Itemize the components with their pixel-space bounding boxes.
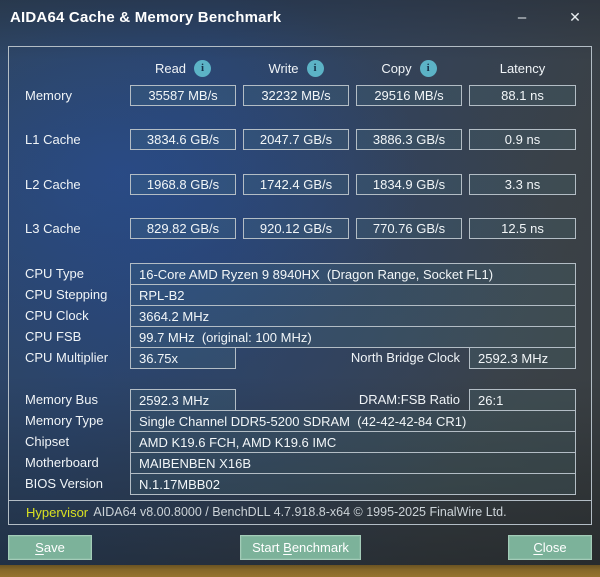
row-label-memory-type: Memory Type: [25, 413, 104, 428]
minimize-icon: –: [517, 8, 527, 26]
aida64-benchmark-window: AIDA64 Cache & Memory Benchmark – ✕ Read…: [0, 0, 600, 577]
footer-bar: Hypervisor AIDA64 v8.00.8000 / BenchDLL …: [8, 500, 592, 525]
minimize-button[interactable]: –: [505, 4, 539, 30]
l2-read-value: 1968.8 GB/s: [130, 174, 236, 195]
bottom-gold-strip: [0, 565, 600, 577]
close-icon: ✕: [569, 8, 581, 25]
memory-bus-value: 2592.3 MHz: [130, 389, 236, 411]
row-label-cpu-type: CPU Type: [25, 266, 85, 281]
column-header-read: Read i: [130, 58, 236, 78]
save-button-label: Save: [35, 540, 65, 555]
close-button[interactable]: ✕: [558, 4, 592, 30]
l3-copy-value: 770.76 GB/s: [356, 218, 462, 239]
row-label-bios-version: BIOS Version: [25, 476, 104, 491]
info-icon[interactable]: i: [419, 59, 437, 77]
l1-copy-value: 3886.3 GB/s: [356, 129, 462, 150]
row-label-memory: Memory: [25, 88, 72, 103]
l1-write-value: 2047.7 GB/s: [243, 129, 349, 150]
copy-column-label: Copy: [381, 60, 412, 76]
north-bridge-clock-value: 2592.3 MHz: [469, 347, 576, 369]
write-column-label: Write: [268, 60, 299, 76]
window-title: AIDA64 Cache & Memory Benchmark: [10, 9, 282, 26]
row-label-cpu-multiplier: CPU Multiplier: [25, 350, 109, 365]
l3-latency-value: 12.5 ns: [469, 218, 576, 239]
cpu-stepping-value: RPL-B2: [130, 284, 576, 306]
l3-write-value: 920.12 GB/s: [243, 218, 349, 239]
cpu-type-value: 16-Core AMD Ryzen 9 8940HX (Dragon Range…: [130, 263, 576, 285]
close-dialog-button[interactable]: Close: [508, 535, 592, 560]
start-benchmark-button[interactable]: Start Benchmark: [240, 535, 361, 560]
row-label-motherboard: Motherboard: [25, 455, 99, 470]
dram-fsb-ratio-label: DRAM:FSB Ratio: [358, 392, 460, 407]
info-icon[interactable]: i: [194, 59, 212, 77]
info-icon[interactable]: i: [306, 59, 324, 77]
l3-read-value: 829.82 GB/s: [130, 218, 236, 239]
bios-version-value: N.1.17MBB02: [130, 473, 576, 495]
l1-latency-value: 0.9 ns: [469, 129, 576, 150]
l2-latency-value: 3.3 ns: [469, 174, 576, 195]
column-header-write: Write i: [243, 58, 349, 78]
copyright-text: AIDA64 v8.00.8000 / BenchDLL 4.7.918.8-x…: [93, 505, 507, 519]
latency-column-label: Latency: [499, 60, 546, 76]
chipset-value: AMD K19.6 FCH, AMD K19.6 IMC: [130, 431, 576, 453]
start-benchmark-button-label: Start Benchmark: [252, 540, 349, 555]
close-button-label: Close: [533, 540, 567, 555]
save-button[interactable]: Save: [8, 535, 92, 560]
l2-write-value: 1742.4 GB/s: [243, 174, 349, 195]
row-label-l3-cache: L3 Cache: [25, 221, 81, 236]
cpu-clock-value: 3664.2 MHz: [130, 305, 576, 327]
cpu-multiplier-value: 36.75x: [130, 347, 236, 369]
row-label-chipset: Chipset: [25, 434, 70, 449]
l1-read-value: 3834.6 GB/s: [130, 129, 236, 150]
memory-read-value: 35587 MB/s: [130, 85, 236, 106]
column-header-copy: Copy i: [356, 58, 462, 78]
memory-type-value: Single Channel DDR5-5200 SDRAM (42-42-42…: [130, 410, 576, 432]
cpu-fsb-value: 99.7 MHz (original: 100 MHz): [130, 326, 576, 348]
memory-latency-value: 88.1 ns: [469, 85, 576, 106]
row-label-l1-cache: L1 Cache: [25, 132, 81, 147]
memory-write-value: 32232 MB/s: [243, 85, 349, 106]
l2-copy-value: 1834.9 GB/s: [356, 174, 462, 195]
read-column-label: Read: [154, 60, 187, 76]
row-label-l2-cache: L2 Cache: [25, 177, 81, 192]
north-bridge-clock-label: North Bridge Clock: [350, 350, 460, 365]
row-label-memory-bus: Memory Bus: [25, 392, 98, 407]
dram-fsb-ratio-value: 26:1: [469, 389, 576, 411]
row-label-cpu-stepping: CPU Stepping: [25, 287, 108, 302]
motherboard-value: MAIBENBEN X16B: [130, 452, 576, 474]
memory-copy-value: 29516 MB/s: [356, 85, 462, 106]
row-label-cpu-clock: CPU Clock: [25, 308, 89, 323]
column-header-latency: Latency: [469, 58, 576, 78]
row-label-cpu-fsb: CPU FSB: [25, 329, 82, 344]
